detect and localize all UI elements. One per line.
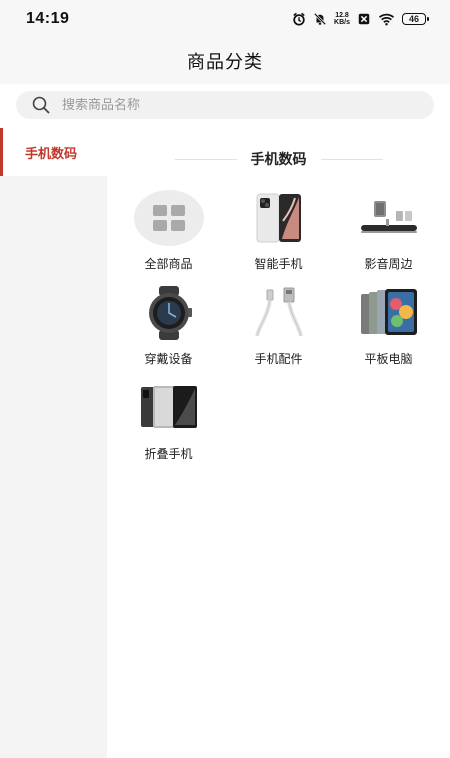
search-icon[interactable] (32, 96, 50, 114)
header: 商品分类 (0, 38, 450, 84)
category-label: 全部商品 (144, 257, 193, 271)
foldable-phone-image (134, 380, 204, 436)
category-item-accessories[interactable]: 手机配件 (225, 285, 332, 375)
category-item-foldable[interactable]: 折叠手机 (115, 380, 222, 470)
status-icons: 12.8 KB/s 46 (292, 12, 429, 26)
category-item-audio-video[interactable]: 影音周边 (335, 190, 442, 280)
category-label: 折叠手机 (144, 447, 193, 461)
category-label: 影音周边 (364, 257, 413, 271)
section-title: 手机数码 (250, 152, 307, 168)
network-speed: 12.8 KB/s (334, 12, 350, 26)
smartphone-image (244, 190, 314, 246)
battery-indicator: 46 (402, 13, 429, 25)
tablet-image (354, 285, 424, 341)
sidebar-item-digital[interactable]: 手机数码 (0, 128, 107, 176)
status-time: 14:19 (26, 10, 70, 27)
smartwatch-image (134, 285, 204, 341)
category-label: 手机配件 (254, 352, 303, 366)
category-label: 穿戴设备 (144, 352, 193, 366)
sim-off-icon (358, 13, 370, 25)
search-box[interactable] (16, 91, 434, 119)
category-item-all[interactable]: 全部商品 (115, 190, 222, 280)
all-products-thumb (133, 190, 204, 246)
section-header: 手机数码 (107, 146, 450, 172)
usb-cable-image (244, 285, 314, 341)
network-speed-unit: KB/s (334, 19, 350, 26)
status-bar: 14:19 12.8 KB/s 46 (0, 0, 450, 38)
sidebar-item-label: 手机数码 (25, 146, 78, 162)
category-label: 平板电脑 (364, 352, 413, 366)
category-item-wearables[interactable]: 穿戴设备 (115, 285, 222, 375)
category-item-smartphone[interactable]: 智能手机 (225, 190, 332, 280)
page-title: 商品分类 (187, 52, 263, 73)
section-divider-left (174, 158, 237, 160)
search-input[interactable] (62, 97, 382, 113)
selected-indicator (0, 128, 3, 176)
grid-icon (133, 190, 204, 246)
speaker-image (354, 190, 424, 246)
network-speed-value: 12.8 (335, 12, 349, 19)
search-area (0, 84, 450, 128)
section-divider-right (320, 158, 383, 160)
category-sidebar: 手机数码 (0, 128, 107, 758)
alarm-icon (293, 12, 305, 26)
category-item-tablet[interactable]: 平板电脑 (335, 285, 442, 375)
category-label: 智能手机 (254, 257, 303, 271)
wifi-icon (378, 13, 395, 26)
category-content: 手机数码 全部商品 智能手机 影音周边 穿戴设备 手机配件 平板电脑 折叠手机 (107, 128, 450, 758)
mute-notification-icon (313, 12, 327, 26)
